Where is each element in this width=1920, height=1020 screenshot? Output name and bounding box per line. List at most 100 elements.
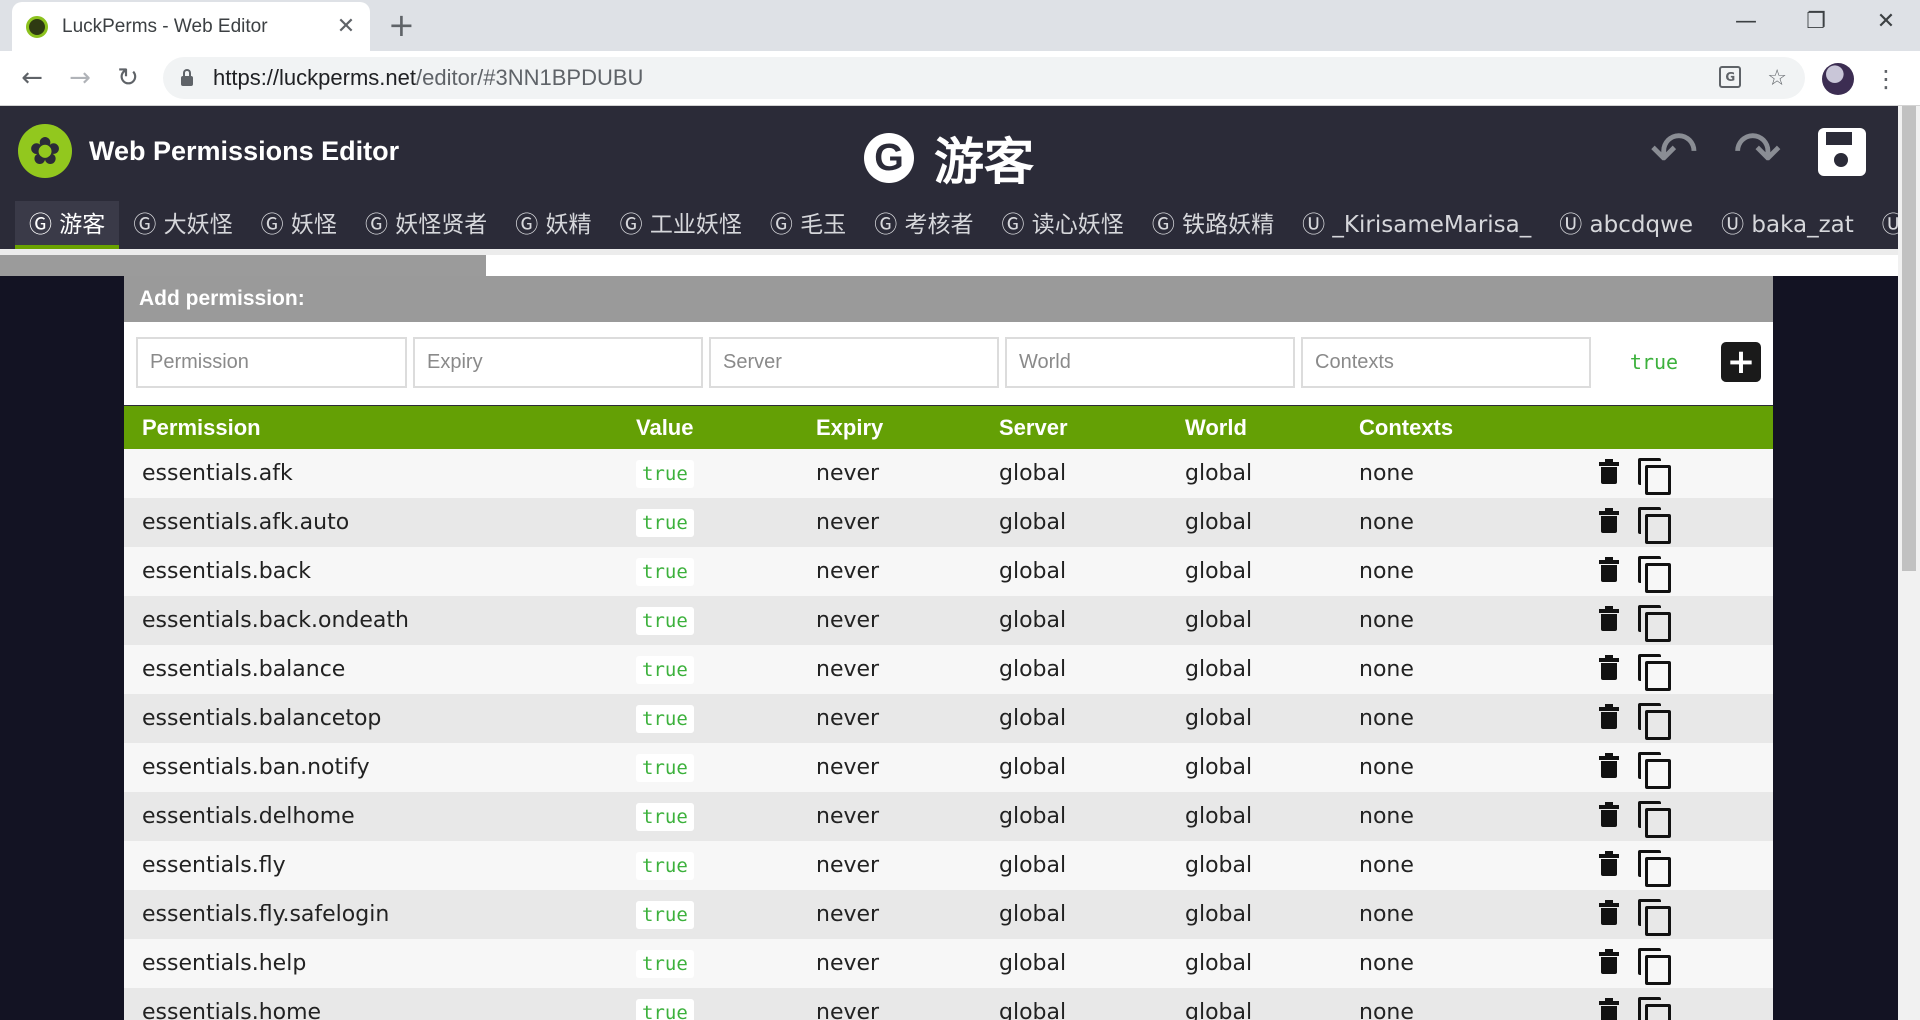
server-cell[interactable]: global [999,743,1066,792]
contexts-cell[interactable]: none [1359,596,1414,645]
holder-tab[interactable]: Ⓤ abcdqwe [1545,201,1707,249]
world-cell[interactable]: global [1185,890,1252,939]
delete-trash-icon[interactable] [1599,949,1619,975]
forward-arrow-icon[interactable]: → [62,60,98,96]
permission-cell[interactable]: essentials.balance [142,645,345,694]
expiry-cell[interactable]: never [816,890,879,939]
expiry-cell[interactable]: never [816,645,879,694]
server-cell[interactable]: global [999,988,1066,1020]
permission-cell[interactable]: essentials.fly [142,841,286,890]
reload-icon[interactable]: ↻ [110,60,146,96]
world-cell[interactable]: global [1185,792,1252,841]
url-text[interactable]: https://luckperms.net/editor/#3NN1BPDUBU [213,65,643,91]
undo-icon[interactable]: ↶ [1650,122,1699,182]
expiry-cell[interactable]: never [816,988,879,1020]
contexts-cell[interactable]: none [1359,939,1414,988]
browser-tab[interactable]: LuckPerms - Web Editor ✕ [12,2,370,51]
save-icon[interactable] [1818,128,1866,176]
contexts-cell[interactable]: none [1359,449,1414,498]
server-cell[interactable]: global [999,841,1066,890]
holder-tab[interactable]: Ⓖ 读心妖怪 [988,201,1138,249]
value-cell[interactable]: true [636,509,694,537]
copy-icon[interactable] [1638,654,1671,691]
bookmark-star-icon[interactable]: ☆ [1767,66,1787,91]
server-cell[interactable]: global [999,890,1066,939]
copy-icon[interactable] [1638,752,1671,789]
lock-icon[interactable] [181,69,193,86]
permission-cell[interactable]: essentials.balancetop [142,694,381,743]
col-permission[interactable]: Permission [142,406,261,449]
holder-tab[interactable]: Ⓖ 毛玉 [756,201,860,249]
holder-tab[interactable]: Ⓖ 妖怪贤者 [351,201,501,249]
permission-cell[interactable]: essentials.delhome [142,792,355,841]
holder-tab[interactable]: Ⓖ 考核者 [860,201,987,249]
permission-cell[interactable]: essentials.fly.safelogin [142,890,389,939]
value-cell[interactable]: true [636,852,694,880]
world-input[interactable] [1005,337,1295,388]
server-cell[interactable]: global [999,498,1066,547]
page-scrollbar-thumb[interactable] [1902,106,1916,571]
col-expiry[interactable]: Expiry [816,406,883,449]
profile-avatar[interactable] [1822,63,1854,95]
value-cell[interactable]: true [636,950,694,978]
delete-trash-icon[interactable] [1599,851,1619,877]
copy-icon[interactable] [1638,997,1671,1020]
delete-trash-icon[interactable] [1599,753,1619,779]
contexts-cell[interactable]: none [1359,743,1414,792]
value-cell[interactable]: true [636,705,694,733]
server-input[interactable] [709,337,999,388]
value-cell[interactable]: true [636,607,694,635]
permission-cell[interactable]: essentials.home [142,988,321,1020]
delete-trash-icon[interactable] [1599,704,1619,730]
tab-close-icon[interactable]: ✕ [336,14,356,39]
delete-trash-icon[interactable] [1599,655,1619,681]
copy-icon[interactable] [1638,507,1671,544]
value-cell[interactable]: true [636,999,694,1020]
expiry-input[interactable] [413,337,703,388]
copy-icon[interactable] [1638,458,1671,495]
delete-trash-icon[interactable] [1599,900,1619,926]
contexts-cell[interactable]: none [1359,645,1414,694]
value-cell[interactable]: true [636,460,694,488]
back-arrow-icon[interactable]: ← [14,60,50,96]
col-contexts[interactable]: Contexts [1359,406,1453,449]
permission-cell[interactable]: essentials.help [142,939,306,988]
holder-tab[interactable]: Ⓖ 工业妖怪 [606,201,756,249]
delete-trash-icon[interactable] [1599,802,1619,828]
restore-button[interactable]: ❐ [1786,7,1846,37]
expiry-cell[interactable]: never [816,841,879,890]
translate-icon[interactable]: G [1719,65,1742,88]
holder-tab[interactable]: Ⓖ 游客 [15,201,120,249]
col-server[interactable]: Server [999,406,1068,449]
tabs-scrollbar-track[interactable] [486,255,1898,276]
world-cell[interactable]: global [1185,743,1252,792]
add-permission-button[interactable]: + [1721,342,1761,382]
delete-trash-icon[interactable] [1599,459,1619,485]
delete-trash-icon[interactable] [1599,557,1619,583]
close-window-button[interactable]: ✕ [1856,7,1916,37]
server-cell[interactable]: global [999,547,1066,596]
expiry-cell[interactable]: never [816,743,879,792]
col-value[interactable]: Value [636,406,693,449]
contexts-cell[interactable]: none [1359,547,1414,596]
value-cell[interactable]: true [636,803,694,831]
new-tab-button[interactable]: + [388,8,415,42]
delete-trash-icon[interactable] [1599,606,1619,632]
copy-icon[interactable] [1638,948,1671,985]
world-cell[interactable]: global [1185,939,1252,988]
col-world[interactable]: World [1185,406,1247,449]
permission-cell[interactable]: essentials.afk.auto [142,498,349,547]
redo-icon[interactable]: ↷ [1733,122,1782,182]
server-cell[interactable]: global [999,939,1066,988]
permission-cell[interactable]: essentials.afk [142,449,293,498]
permission-cell[interactable]: essentials.back.ondeath [142,596,409,645]
contexts-cell[interactable]: none [1359,498,1414,547]
contexts-cell[interactable]: none [1359,841,1414,890]
expiry-cell[interactable]: never [816,792,879,841]
copy-icon[interactable] [1638,899,1671,936]
copy-icon[interactable] [1638,850,1671,887]
contexts-cell[interactable]: none [1359,694,1414,743]
contexts-cell[interactable]: none [1359,890,1414,939]
permission-input[interactable] [136,337,407,388]
holder-tab[interactable]: Ⓤ baka_zat [1707,201,1868,249]
